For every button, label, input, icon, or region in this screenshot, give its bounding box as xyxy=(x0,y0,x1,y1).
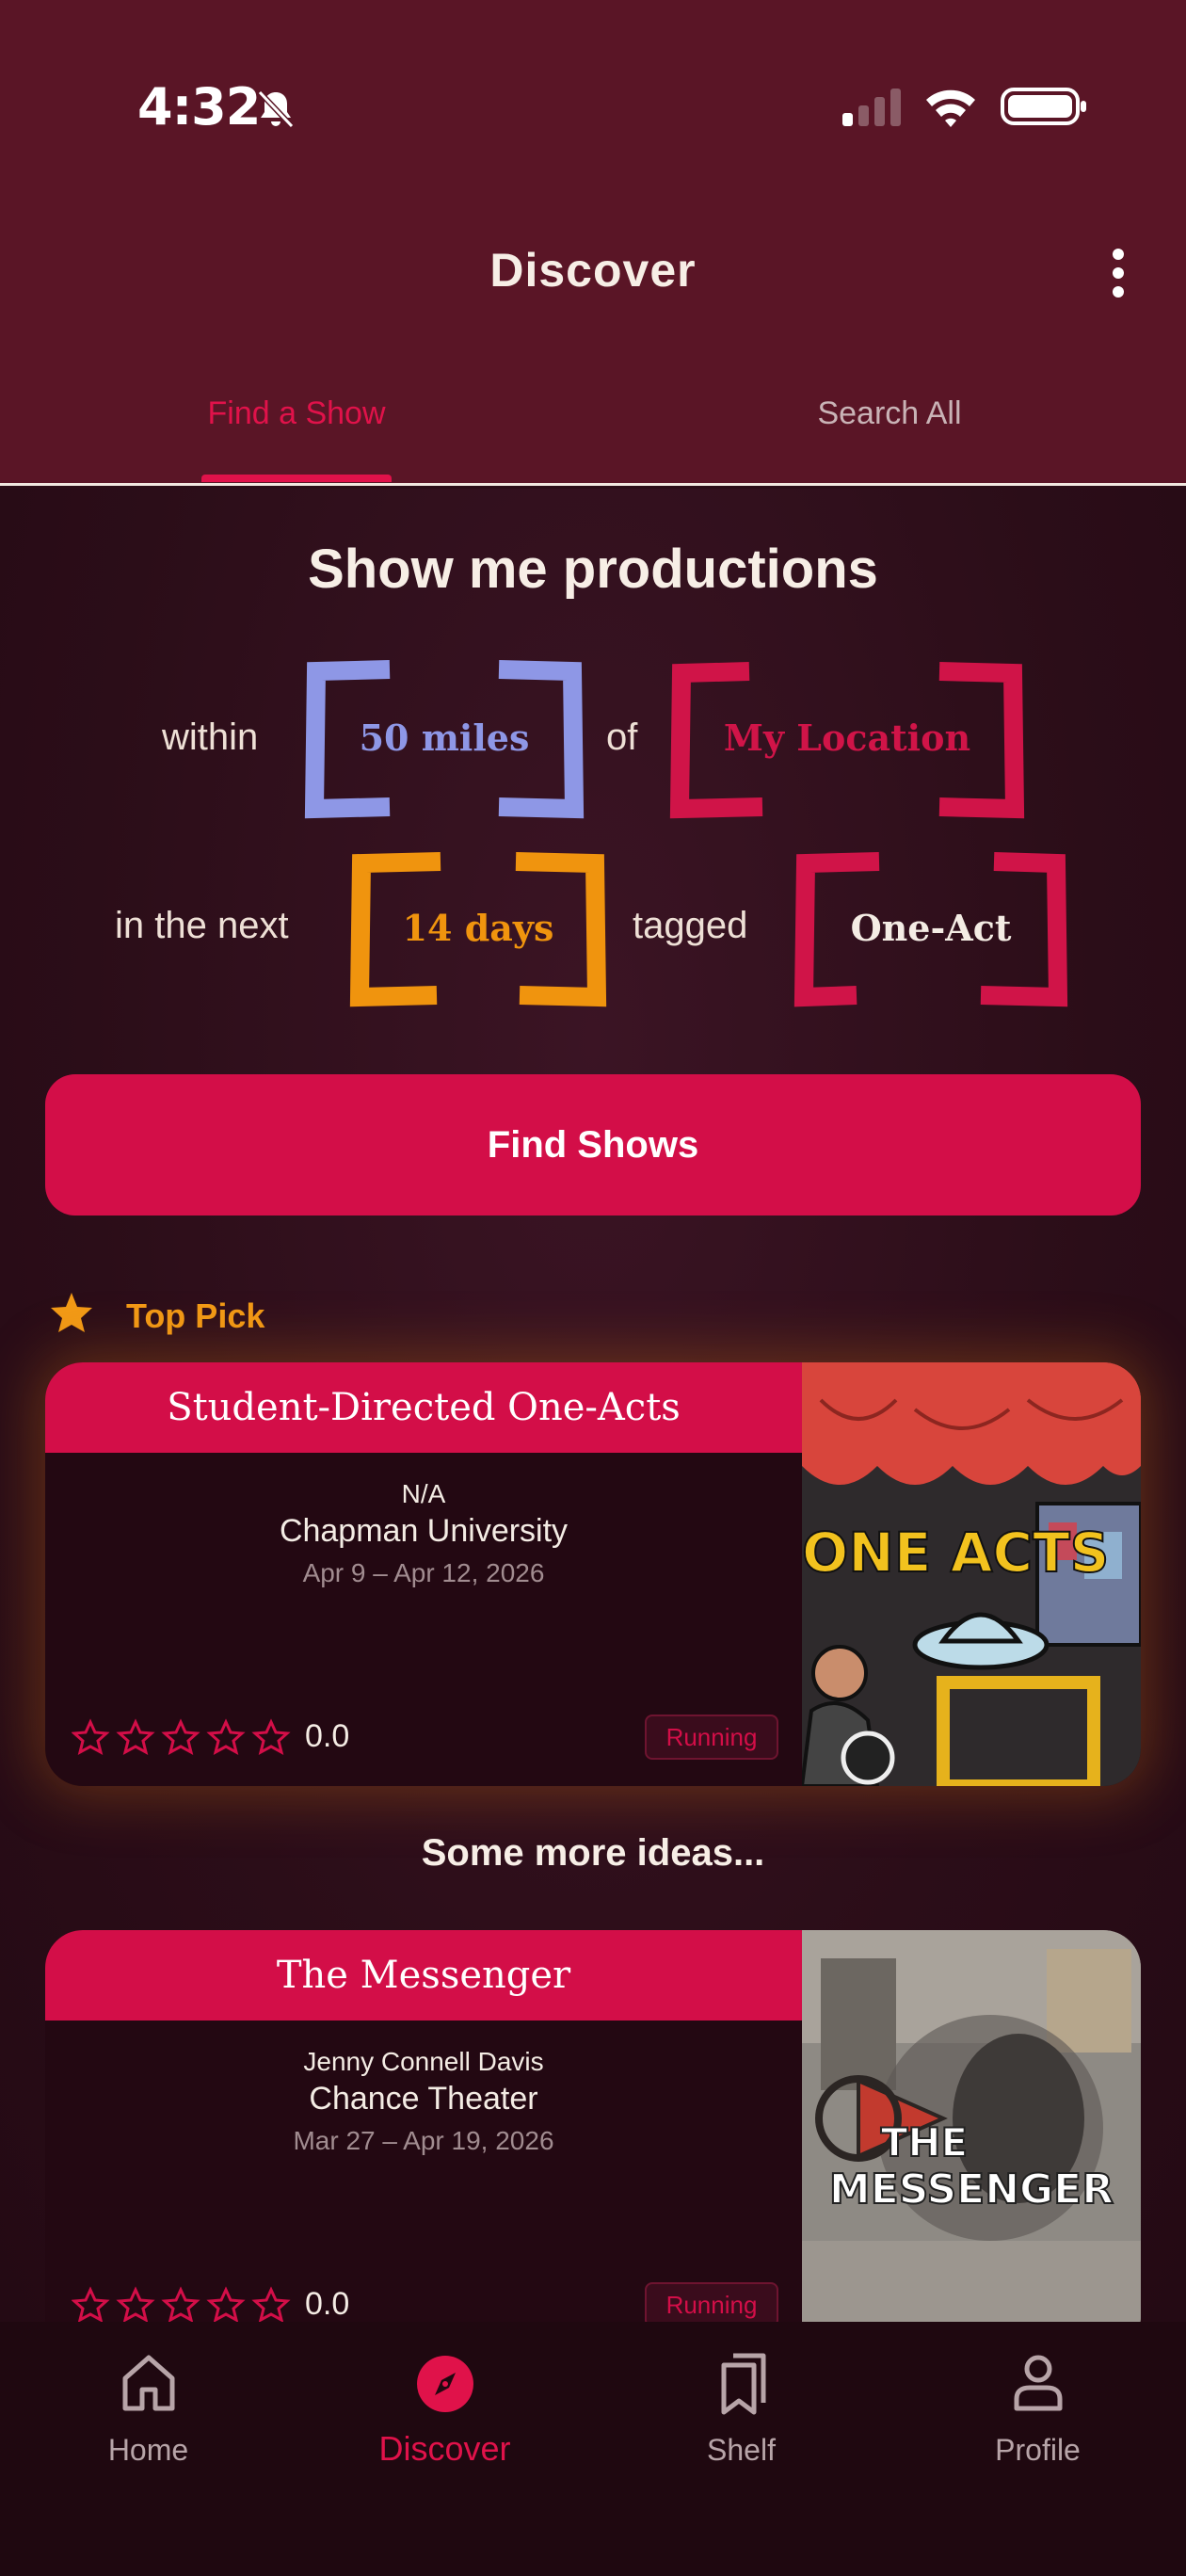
show-card[interactable]: The Messenger Jenny Connell Davis Chance… xyxy=(45,1930,1141,2322)
next-label: in the next xyxy=(115,905,289,946)
bell-muted-icon xyxy=(257,89,295,129)
status-bar: 4:32 xyxy=(0,0,1186,188)
distance-selector[interactable]: 50 miles xyxy=(303,658,585,820)
status-badge: Running xyxy=(645,2282,778,2322)
rating-value: 0.0 xyxy=(305,1718,350,1754)
poster-title-line2: MESSENGER xyxy=(829,2165,1114,2214)
show-poster-messenger: THE MESSENGER xyxy=(802,1930,1141,2322)
show-title: Student-Directed One-Acts xyxy=(45,1362,802,1453)
rating-stars xyxy=(72,2286,291,2322)
wifi-icon xyxy=(926,89,975,127)
days-value: 14 days xyxy=(402,907,554,949)
show-title: The Messenger xyxy=(45,1930,802,2021)
tab-find-a-show[interactable]: Find a Show xyxy=(0,395,593,432)
of-label: of xyxy=(606,716,638,758)
tag-selector[interactable]: One-Act xyxy=(793,848,1069,1010)
nav-discover-label: Discover xyxy=(378,2429,511,2468)
nav-discover[interactable]: Discover xyxy=(296,2350,593,2482)
nav-home-label: Home xyxy=(107,2433,189,2467)
location-selector[interactable]: My Location xyxy=(668,658,1026,820)
compass-icon xyxy=(417,2356,473,2412)
show-director: N/A xyxy=(401,1479,446,1508)
show-venue: Chance Theater xyxy=(309,2081,538,2117)
show-venue: Chapman University xyxy=(279,1513,569,1549)
person-icon xyxy=(1014,2355,1063,2411)
within-label: within xyxy=(162,716,259,758)
nav-shelf[interactable]: Shelf xyxy=(593,2350,890,2482)
days-selector[interactable]: 14 days xyxy=(346,848,610,1010)
status-badge: Running xyxy=(645,1715,778,1760)
tag-value: One-Act xyxy=(850,907,1012,949)
find-shows-button[interactable]: Find Shows xyxy=(45,1074,1141,1216)
tab-bar: Find a Show Search All xyxy=(0,377,1186,486)
home-icon xyxy=(122,2355,175,2411)
top-pick-label: Top Pick xyxy=(126,1296,265,1335)
poster-title-line1: THE xyxy=(881,2119,969,2165)
poster-title-text: ONE ACTS xyxy=(802,1521,1109,1585)
top-pick-heading: Top Pick xyxy=(49,1287,425,1344)
show-dates: Apr 9 – Apr 12, 2026 xyxy=(302,1558,545,1587)
finder-headline: Show me productions xyxy=(308,539,878,600)
battery-icon xyxy=(1001,88,1086,125)
page-title: Discover xyxy=(489,244,697,297)
show-dates: Mar 27 – Apr 19, 2026 xyxy=(293,2126,554,2155)
rating-stars xyxy=(72,1718,291,1755)
top-pick-card[interactable]: Student-Directed One-Acts N/A Chapman Un… xyxy=(45,1362,1141,1786)
star-icon xyxy=(51,1293,92,1332)
nav-home[interactable]: Home xyxy=(0,2350,296,2482)
tab-search-all[interactable]: Search All xyxy=(593,395,1186,432)
bottom-navigation: Home Discover Shelf Profile xyxy=(0,2322,1186,2576)
location-value: My Location xyxy=(723,716,971,759)
bookmarks-icon xyxy=(721,2353,766,2415)
tagged-label: tagged xyxy=(633,905,748,946)
nav-shelf-label: Shelf xyxy=(707,2433,776,2467)
rating-value: 0.0 xyxy=(305,2286,350,2322)
title-bar: Discover xyxy=(0,226,1186,320)
show-director: Jenny Connell Davis xyxy=(303,2047,544,2076)
cellular-signal-icon xyxy=(842,89,901,126)
distance-value: 50 miles xyxy=(359,716,530,759)
nav-profile-label: Profile xyxy=(995,2433,1081,2467)
more-options-icon[interactable] xyxy=(1099,245,1137,301)
status-time: 4:32 xyxy=(137,77,261,137)
more-ideas-heading: Some more ideas... xyxy=(421,1832,765,1874)
active-tab-indicator xyxy=(201,475,392,482)
nav-profile[interactable]: Profile xyxy=(890,2350,1186,2482)
show-poster-one-acts: ONE ACTS xyxy=(802,1362,1141,1786)
discover-content: Show me productions within 50 miles of M… xyxy=(0,489,1186,2322)
app-header: 4:32 Discover Find a Show Search All xyxy=(0,0,1186,486)
